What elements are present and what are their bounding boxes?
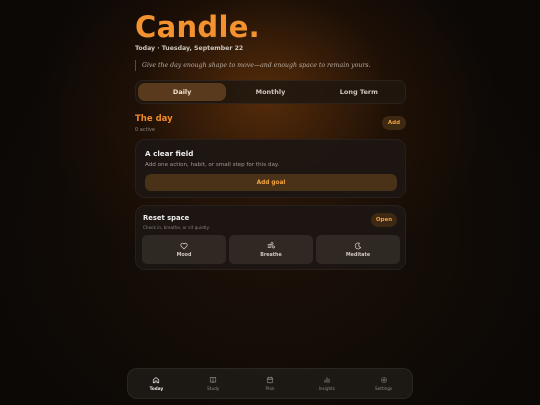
empty-state-card: A clear field Add one action, habit, or … <box>135 139 406 198</box>
nav-item-insights[interactable]: Insights <box>298 369 355 398</box>
period-tabs: Daily Monthly Long Term <box>135 80 406 104</box>
nav-label-today: Today <box>149 386 164 391</box>
nav-label-study: Study <box>207 386 220 391</box>
meditate-tile[interactable]: Meditate <box>316 235 400 264</box>
nav-label-insights: Insights <box>318 386 335 391</box>
home-icon <box>153 377 160 384</box>
tab-long-term[interactable]: Long Term <box>315 83 403 101</box>
current-date: Today · Tuesday, September 22 <box>135 45 244 52</box>
reset-space-title: Reset space <box>143 214 190 222</box>
tab-daily[interactable]: Daily <box>138 83 227 101</box>
empty-state-title: A clear field <box>145 149 194 158</box>
mood-label: Mood <box>176 252 192 258</box>
wind-icon <box>267 241 275 248</box>
empty-state-description: Add one action, habit, or small step for… <box>145 162 280 168</box>
daily-quote: Give the day enough shape to move—and en… <box>135 60 370 71</box>
open-button[interactable]: Open <box>371 213 397 227</box>
mood-tile[interactable]: Mood <box>142 235 226 264</box>
bar-chart-icon <box>324 377 330 383</box>
reset-tiles: Mood Breathe Meditate <box>142 235 400 264</box>
meditate-label: Meditate <box>345 252 371 258</box>
reset-space-subtitle: Check in, breathe, or sit quietly. <box>143 225 210 230</box>
calendar-icon <box>266 376 274 384</box>
nav-label-settings: Settings <box>374 386 393 391</box>
add-goal-button[interactable]: Add goal <box>145 174 397 191</box>
breathe-tile[interactable]: Breathe <box>229 235 313 264</box>
nav-label-plan: Plan <box>265 386 275 391</box>
book-icon <box>210 377 217 384</box>
moon-icon <box>354 242 362 249</box>
nav-item-today[interactable]: Today <box>128 369 185 398</box>
active-count: 0 active <box>135 127 155 133</box>
tab-monthly[interactable]: Monthly <box>226 83 314 101</box>
bottom-nav: Today Study Plan Insights Settings <box>127 368 413 399</box>
breathe-label: Breathe <box>260 252 282 258</box>
gear-icon <box>380 377 387 383</box>
heart-icon <box>180 242 188 249</box>
add-button[interactable]: Add <box>382 116 406 130</box>
nav-item-settings[interactable]: Settings <box>355 369 412 398</box>
reset-space-card: Reset space Check in, breathe, or sit qu… <box>135 205 406 270</box>
nav-item-study[interactable]: Study <box>185 369 242 398</box>
section-title: The day <box>135 114 173 124</box>
app-title: Candle. <box>135 10 260 44</box>
nav-item-plan[interactable]: Plan <box>242 369 299 398</box>
